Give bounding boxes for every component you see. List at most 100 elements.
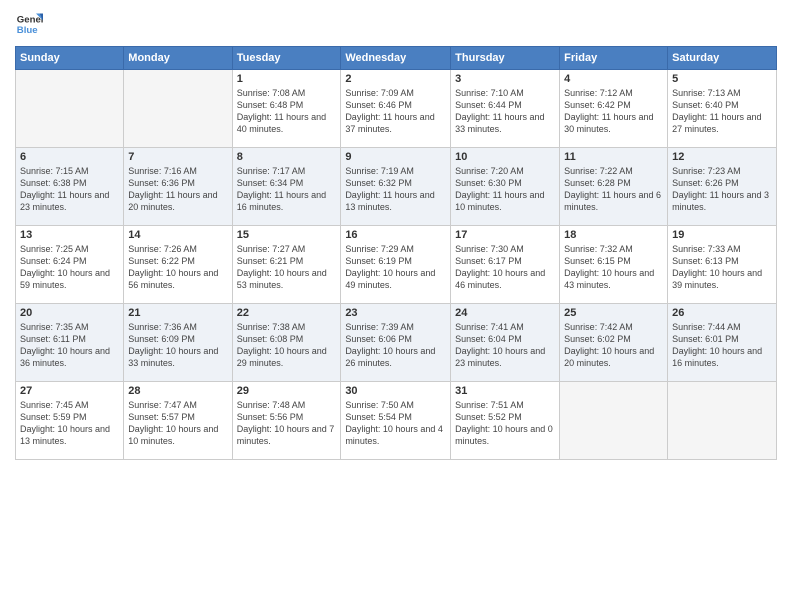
header: General Blue xyxy=(15,10,777,38)
calendar-day-header: Sunday xyxy=(16,47,124,70)
calendar-cell: 30 Sunrise: 7:50 AM Sunset: 5:54 PM Dayli… xyxy=(341,382,451,460)
day-info: Sunrise: 7:51 AM Sunset: 5:52 PM Dayligh… xyxy=(455,399,555,448)
day-number: 29 xyxy=(237,385,337,397)
calendar-cell: 1 Sunrise: 7:08 AM Sunset: 6:48 PM Daylig… xyxy=(232,70,341,148)
day-info: Sunrise: 7:42 AM Sunset: 6:02 PM Dayligh… xyxy=(564,321,663,370)
day-info: Sunrise: 7:23 AM Sunset: 6:26 PM Dayligh… xyxy=(672,165,772,214)
calendar-cell: 29 Sunrise: 7:48 AM Sunset: 5:56 PM Dayli… xyxy=(232,382,341,460)
calendar-day-header: Tuesday xyxy=(232,47,341,70)
page: General Blue SundayMondayTuesdayWednesda… xyxy=(0,0,792,612)
logo: General Blue xyxy=(15,10,43,38)
day-number: 12 xyxy=(672,151,772,163)
calendar-cell: 25 Sunrise: 7:42 AM Sunset: 6:02 PM Dayli… xyxy=(560,304,668,382)
calendar-cell: 19 Sunrise: 7:33 AM Sunset: 6:13 PM Dayli… xyxy=(668,226,777,304)
calendar-cell: 27 Sunrise: 7:45 AM Sunset: 5:59 PM Dayli… xyxy=(16,382,124,460)
calendar-day-header: Wednesday xyxy=(341,47,451,70)
calendar-week-row: 1 Sunrise: 7:08 AM Sunset: 6:48 PM Daylig… xyxy=(16,70,777,148)
calendar-cell: 6 Sunrise: 7:15 AM Sunset: 6:38 PM Daylig… xyxy=(16,148,124,226)
calendar-cell: 10 Sunrise: 7:20 AM Sunset: 6:30 PM Dayli… xyxy=(451,148,560,226)
day-number: 25 xyxy=(564,307,663,319)
day-info: Sunrise: 7:39 AM Sunset: 6:06 PM Dayligh… xyxy=(345,321,446,370)
day-number: 30 xyxy=(345,385,446,397)
calendar-cell xyxy=(16,70,124,148)
day-number: 19 xyxy=(672,229,772,241)
calendar-cell xyxy=(124,70,232,148)
day-number: 9 xyxy=(345,151,446,163)
day-number: 15 xyxy=(237,229,337,241)
calendar-cell: 12 Sunrise: 7:23 AM Sunset: 6:26 PM Dayli… xyxy=(668,148,777,226)
calendar-cell: 21 Sunrise: 7:36 AM Sunset: 6:09 PM Dayli… xyxy=(124,304,232,382)
day-info: Sunrise: 7:08 AM Sunset: 6:48 PM Dayligh… xyxy=(237,87,337,136)
day-info: Sunrise: 7:50 AM Sunset: 5:54 PM Dayligh… xyxy=(345,399,446,448)
day-number: 4 xyxy=(564,73,663,85)
day-info: Sunrise: 7:33 AM Sunset: 6:13 PM Dayligh… xyxy=(672,243,772,292)
day-number: 10 xyxy=(455,151,555,163)
calendar-week-row: 6 Sunrise: 7:15 AM Sunset: 6:38 PM Daylig… xyxy=(16,148,777,226)
calendar-cell: 13 Sunrise: 7:25 AM Sunset: 6:24 PM Dayli… xyxy=(16,226,124,304)
day-number: 31 xyxy=(455,385,555,397)
day-number: 17 xyxy=(455,229,555,241)
day-number: 7 xyxy=(128,151,227,163)
day-number: 13 xyxy=(20,229,119,241)
day-info: Sunrise: 7:47 AM Sunset: 5:57 PM Dayligh… xyxy=(128,399,227,448)
day-number: 18 xyxy=(564,229,663,241)
logo-icon: General Blue xyxy=(15,10,43,38)
day-info: Sunrise: 7:15 AM Sunset: 6:38 PM Dayligh… xyxy=(20,165,119,214)
day-info: Sunrise: 7:44 AM Sunset: 6:01 PM Dayligh… xyxy=(672,321,772,370)
day-number: 2 xyxy=(345,73,446,85)
calendar-cell: 28Sunrise: 7:47 AM Sunset: 5:57 PM Dayli… xyxy=(124,382,232,460)
calendar-cell: 7 Sunrise: 7:16 AM Sunset: 6:36 PM Daylig… xyxy=(124,148,232,226)
calendar-week-row: 27 Sunrise: 7:45 AM Sunset: 5:59 PM Dayli… xyxy=(16,382,777,460)
day-info: Sunrise: 7:27 AM Sunset: 6:21 PM Dayligh… xyxy=(237,243,337,292)
day-info: Sunrise: 7:48 AM Sunset: 5:56 PM Dayligh… xyxy=(237,399,337,448)
day-number: 26 xyxy=(672,307,772,319)
calendar-cell: 5Sunrise: 7:13 AM Sunset: 6:40 PM Daylig… xyxy=(668,70,777,148)
day-number: 14 xyxy=(128,229,227,241)
calendar-cell: 14Sunrise: 7:26 AM Sunset: 6:22 PM Dayli… xyxy=(124,226,232,304)
day-info: Sunrise: 7:25 AM Sunset: 6:24 PM Dayligh… xyxy=(20,243,119,292)
day-info: Sunrise: 7:35 AM Sunset: 6:11 PM Dayligh… xyxy=(20,321,119,370)
calendar-cell: 20 Sunrise: 7:35 AM Sunset: 6:11 PM Dayli… xyxy=(16,304,124,382)
day-number: 22 xyxy=(237,307,337,319)
day-info: Sunrise: 7:12 AM Sunset: 6:42 PM Dayligh… xyxy=(564,87,663,136)
calendar-week-row: 20 Sunrise: 7:35 AM Sunset: 6:11 PM Dayli… xyxy=(16,304,777,382)
day-info: Sunrise: 7:30 AM Sunset: 6:17 PM Dayligh… xyxy=(455,243,555,292)
day-info: Sunrise: 7:32 AM Sunset: 6:15 PM Dayligh… xyxy=(564,243,663,292)
calendar-cell: 22 Sunrise: 7:38 AM Sunset: 6:08 PM Dayli… xyxy=(232,304,341,382)
day-info: Sunrise: 7:16 AM Sunset: 6:36 PM Dayligh… xyxy=(128,165,227,214)
day-info: Sunrise: 7:19 AM Sunset: 6:32 PM Dayligh… xyxy=(345,165,446,214)
calendar-cell: 8Sunrise: 7:17 AM Sunset: 6:34 PM Daylig… xyxy=(232,148,341,226)
day-number: 8 xyxy=(237,151,337,163)
day-number: 6 xyxy=(20,151,119,163)
day-info: Sunrise: 7:41 AM Sunset: 6:04 PM Dayligh… xyxy=(455,321,555,370)
day-info: Sunrise: 7:36 AM Sunset: 6:09 PM Dayligh… xyxy=(128,321,227,370)
day-number: 16 xyxy=(345,229,446,241)
day-info: Sunrise: 7:09 AM Sunset: 6:46 PM Dayligh… xyxy=(345,87,446,136)
calendar-cell: 3 Sunrise: 7:10 AM Sunset: 6:44 PM Daylig… xyxy=(451,70,560,148)
calendar-cell: 18 Sunrise: 7:32 AM Sunset: 6:15 PM Dayli… xyxy=(560,226,668,304)
day-number: 24 xyxy=(455,307,555,319)
calendar-cell: 17 Sunrise: 7:30 AM Sunset: 6:17 PM Dayli… xyxy=(451,226,560,304)
calendar-cell: 2 Sunrise: 7:09 AM Sunset: 6:46 PM Daylig… xyxy=(341,70,451,148)
calendar-cell: 4 Sunrise: 7:12 AM Sunset: 6:42 PM Daylig… xyxy=(560,70,668,148)
day-number: 23 xyxy=(345,307,446,319)
day-info: Sunrise: 7:45 AM Sunset: 5:59 PM Dayligh… xyxy=(20,399,119,448)
calendar-cell: 26 Sunrise: 7:44 AM Sunset: 6:01 PM Dayli… xyxy=(668,304,777,382)
calendar-cell: 16Sunrise: 7:29 AM Sunset: 6:19 PM Dayli… xyxy=(341,226,451,304)
calendar-cell: 9 Sunrise: 7:19 AM Sunset: 6:32 PM Daylig… xyxy=(341,148,451,226)
calendar-table: SundayMondayTuesdayWednesdayThursdayFrid… xyxy=(15,46,777,460)
calendar-cell: 11Sunrise: 7:22 AM Sunset: 6:28 PM Dayli… xyxy=(560,148,668,226)
day-number: 1 xyxy=(237,73,337,85)
day-number: 21 xyxy=(128,307,227,319)
calendar-cell: 31 Sunrise: 7:51 AM Sunset: 5:52 PM Dayli… xyxy=(451,382,560,460)
day-number: 27 xyxy=(20,385,119,397)
day-info: Sunrise: 7:20 AM Sunset: 6:30 PM Dayligh… xyxy=(455,165,555,214)
calendar-header-row: SundayMondayTuesdayWednesdayThursdayFrid… xyxy=(16,47,777,70)
day-info: Sunrise: 7:38 AM Sunset: 6:08 PM Dayligh… xyxy=(237,321,337,370)
day-info: Sunrise: 7:10 AM Sunset: 6:44 PM Dayligh… xyxy=(455,87,555,136)
calendar-day-header: Monday xyxy=(124,47,232,70)
day-info: Sunrise: 7:13 AM Sunset: 6:40 PM Dayligh… xyxy=(672,87,772,136)
day-number: 20 xyxy=(20,307,119,319)
calendar-day-header: Saturday xyxy=(668,47,777,70)
day-number: 3 xyxy=(455,73,555,85)
